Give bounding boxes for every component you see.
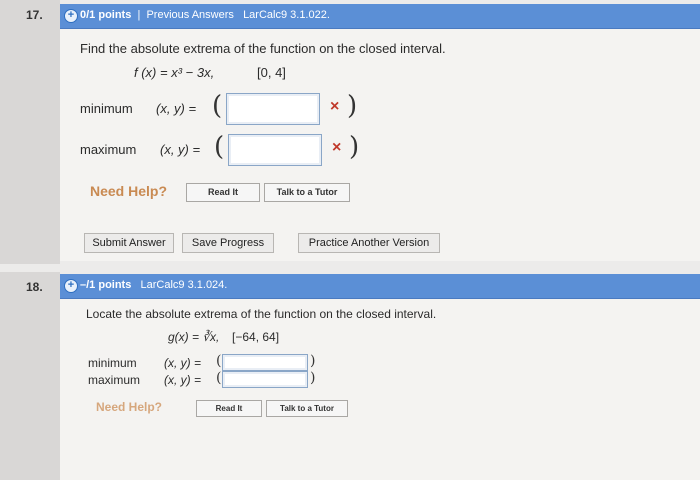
need-help-label: Need Help? <box>90 183 168 199</box>
minimum-label: minimum <box>88 356 137 370</box>
question-18-header: + –/1 points LarCalc9 3.1.024. <box>60 274 700 299</box>
minimum-xy-label: (x, y) = <box>156 101 197 116</box>
save-progress-button[interactable]: Save Progress <box>182 233 274 253</box>
expand-plus-icon[interactable]: + <box>64 279 78 293</box>
question-18-prompt: Locate the absolute extrema of the funct… <box>86 307 437 321</box>
question-17-meta: 0/1 points | Previous Answers LarCalc9 3… <box>80 9 330 21</box>
minimum-close-paren: ) <box>347 91 358 121</box>
read-it-button[interactable]: Read It <box>196 400 262 417</box>
need-help-label: Need Help? <box>96 400 163 414</box>
talk-to-tutor-button[interactable]: Talk to a Tutor <box>264 183 350 202</box>
question-17-prompt: Find the absolute extrema of the functio… <box>80 41 446 56</box>
question-17-interval: [0, 4] <box>257 65 286 80</box>
question-17-header: + 0/1 points | Previous Answers LarCalc9… <box>60 4 700 29</box>
meta-separator: | <box>137 9 141 21</box>
minimum-xy-label: (x, y) = <box>164 356 202 370</box>
expand-plus-icon[interactable]: + <box>64 9 78 23</box>
question-18-interval: [−64, 64] <box>232 330 280 344</box>
question-17-function: f (x) = x³ − 3x, <box>134 65 215 80</box>
maximum-label: maximum <box>80 142 137 157</box>
practice-another-version-button[interactable]: Practice Another Version <box>298 233 440 253</box>
minimum-close-paren: ) <box>310 353 316 369</box>
question-17-points: 0/1 points <box>80 9 132 21</box>
incorrect-x-icon: × <box>330 98 340 115</box>
question-18-body: Locate the absolute extrema of the funct… <box>60 299 700 480</box>
minimum-label: minimum <box>80 101 133 116</box>
question-18-function: g(x) = ∛x, <box>168 330 220 344</box>
maximum-open-paren: ( <box>216 370 222 386</box>
maximum-answer-input[interactable] <box>228 134 322 166</box>
minimum-open-paren: ( <box>212 91 223 121</box>
question-18-points: –/1 points <box>80 279 132 291</box>
question-17-number: 17. <box>26 8 43 22</box>
maximum-close-paren: ) <box>349 132 360 162</box>
question-18-source: LarCalc9 3.1.024. <box>140 279 228 291</box>
talk-to-tutor-button[interactable]: Talk to a Tutor <box>266 400 348 417</box>
maximum-close-paren: ) <box>310 370 316 386</box>
incorrect-x-icon: × <box>332 139 342 156</box>
previous-answers-link[interactable]: Previous Answers <box>146 9 233 21</box>
minimum-open-paren: ( <box>216 353 222 369</box>
read-it-button[interactable]: Read It <box>186 183 260 202</box>
maximum-answer-input[interactable] <box>222 371 308 388</box>
minimum-answer-input[interactable] <box>222 354 308 371</box>
question-18-number: 18. <box>26 280 43 294</box>
maximum-xy-label: (x, y) = <box>164 373 202 387</box>
question-17-source: LarCalc9 3.1.022. <box>243 9 330 21</box>
maximum-xy-label: (x, y) = <box>160 142 201 157</box>
question-18-meta: –/1 points LarCalc9 3.1.024. <box>80 279 227 291</box>
submit-answer-button[interactable]: Submit Answer <box>84 233 174 253</box>
maximum-label: maximum <box>88 373 141 387</box>
maximum-open-paren: ( <box>214 132 225 162</box>
question-17-number-column: 17. <box>0 0 60 264</box>
question-17-body: Find the absolute extrema of the functio… <box>60 29 700 261</box>
question-18-number-column: 18. <box>0 272 60 480</box>
minimum-answer-input[interactable] <box>226 93 320 125</box>
